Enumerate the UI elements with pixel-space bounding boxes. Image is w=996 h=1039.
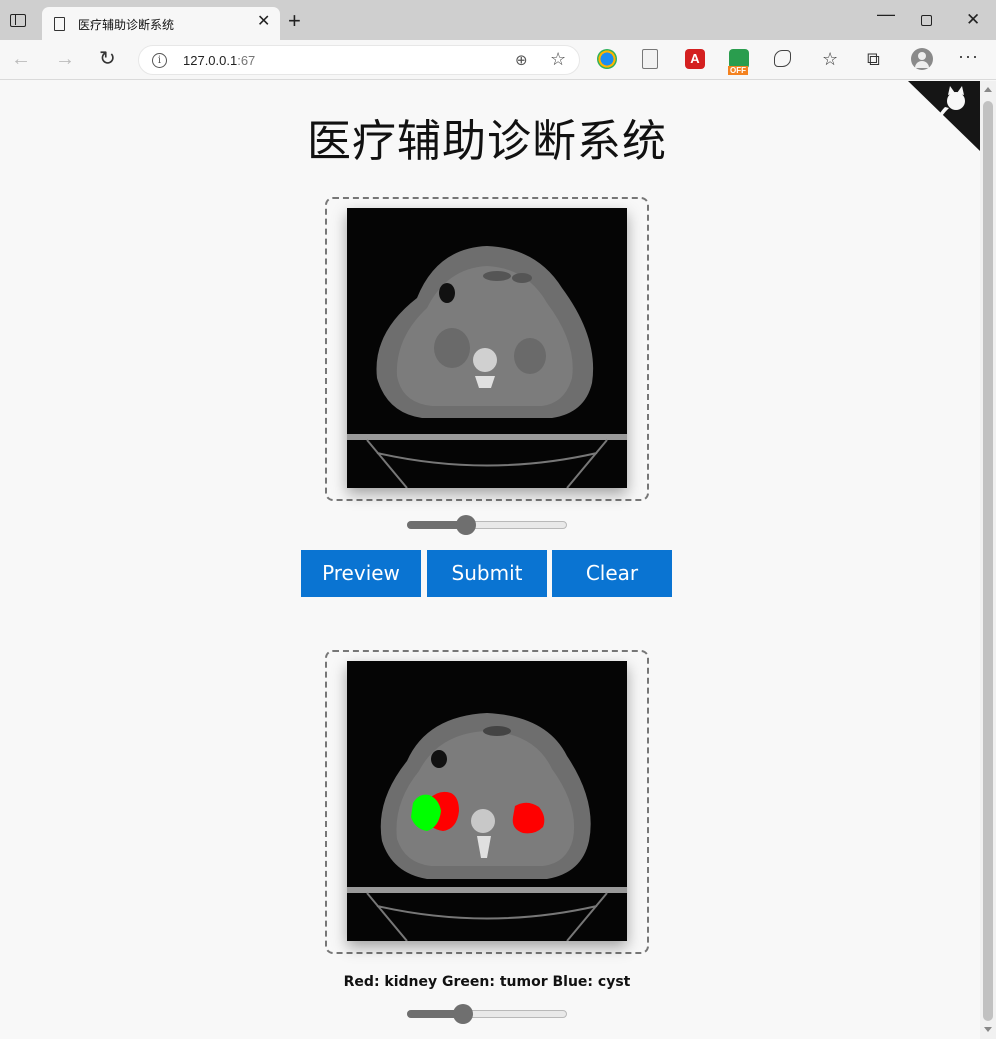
collections-icon[interactable]: ⧉ <box>867 49 880 70</box>
output-opacity-slider[interactable] <box>407 1003 567 1025</box>
output-image-dropzone[interactable] <box>325 650 649 954</box>
document-icon <box>54 17 65 31</box>
off-badge: OFF <box>728 66 748 75</box>
reload-icon[interactable]: ↻ <box>99 48 116 70</box>
page-content: 医疗辅助诊断系统 Preview Submit Clear Red: kidne… <box>0 81 980 1039</box>
browser-tab-bar: 医疗辅助诊断系统 ✕ + — ✕ <box>0 0 996 40</box>
slider-thumb[interactable] <box>456 515 476 535</box>
maximize-icon[interactable] <box>921 15 932 26</box>
segmentation-legend: Red: kidney Green: tumor Blue: cyst <box>343 974 631 990</box>
scroll-thumb[interactable] <box>983 101 993 1021</box>
tab-title: 医疗辅助诊断系统 <box>78 18 175 32</box>
window-close-icon[interactable]: ✕ <box>966 10 980 30</box>
input-ct-image <box>347 208 627 488</box>
pdf-extension-icon[interactable]: A <box>685 49 705 69</box>
minimize-icon[interactable]: — <box>877 4 895 25</box>
slider-thumb[interactable] <box>453 1004 474 1024</box>
tab-actions-icon[interactable] <box>10 14 26 27</box>
scroll-up-icon[interactable] <box>984 87 992 92</box>
extensions-puzzle-icon[interactable] <box>774 50 791 67</box>
forward-icon[interactable]: → <box>55 48 75 70</box>
favorites-icon[interactable]: ☆ <box>822 49 838 70</box>
address-bar[interactable]: i 127.0.0.1:67 ⊕ ☆ <box>138 45 580 75</box>
url-text[interactable]: 127.0.0.1:67 <box>183 53 255 68</box>
new-tab-icon[interactable]: + <box>288 10 301 32</box>
url-port: :67 <box>237 53 256 68</box>
submit-button[interactable]: Submit <box>427 550 547 597</box>
input-image-dropzone[interactable] <box>325 197 649 501</box>
info-icon[interactable]: i <box>152 53 167 68</box>
url-host: 127.0.0.1 <box>183 53 238 68</box>
page-scrollbar[interactable] <box>980 81 996 1039</box>
close-tab-icon[interactable]: ✕ <box>257 13 270 31</box>
browser-tab[interactable]: 医疗辅助诊断系统 ✕ <box>42 7 280 40</box>
more-menu-icon[interactable]: ··· <box>958 46 979 67</box>
profile-avatar[interactable] <box>911 48 933 70</box>
scroll-down-icon[interactable] <box>984 1027 992 1032</box>
extension-icon[interactable] <box>597 49 617 69</box>
page-title: 医疗辅助诊断系统 <box>307 116 667 167</box>
clear-button[interactable]: Clear <box>552 550 672 597</box>
preview-button[interactable]: Preview <box>301 550 421 597</box>
toggle-extension-icon[interactable]: OFF <box>728 49 749 75</box>
browser-toolbar: ← → ↻ i 127.0.0.1:67 ⊕ ☆ A OFF ☆ ⧉ ··· <box>0 40 996 80</box>
input-opacity-slider[interactable] <box>407 514 567 536</box>
back-icon[interactable]: ← <box>11 48 31 70</box>
output-ct-image <box>347 661 627 941</box>
zoom-icon[interactable]: ⊕ <box>515 51 528 69</box>
add-favorite-icon[interactable]: ☆ <box>550 49 566 70</box>
reader-icon[interactable] <box>642 49 658 69</box>
